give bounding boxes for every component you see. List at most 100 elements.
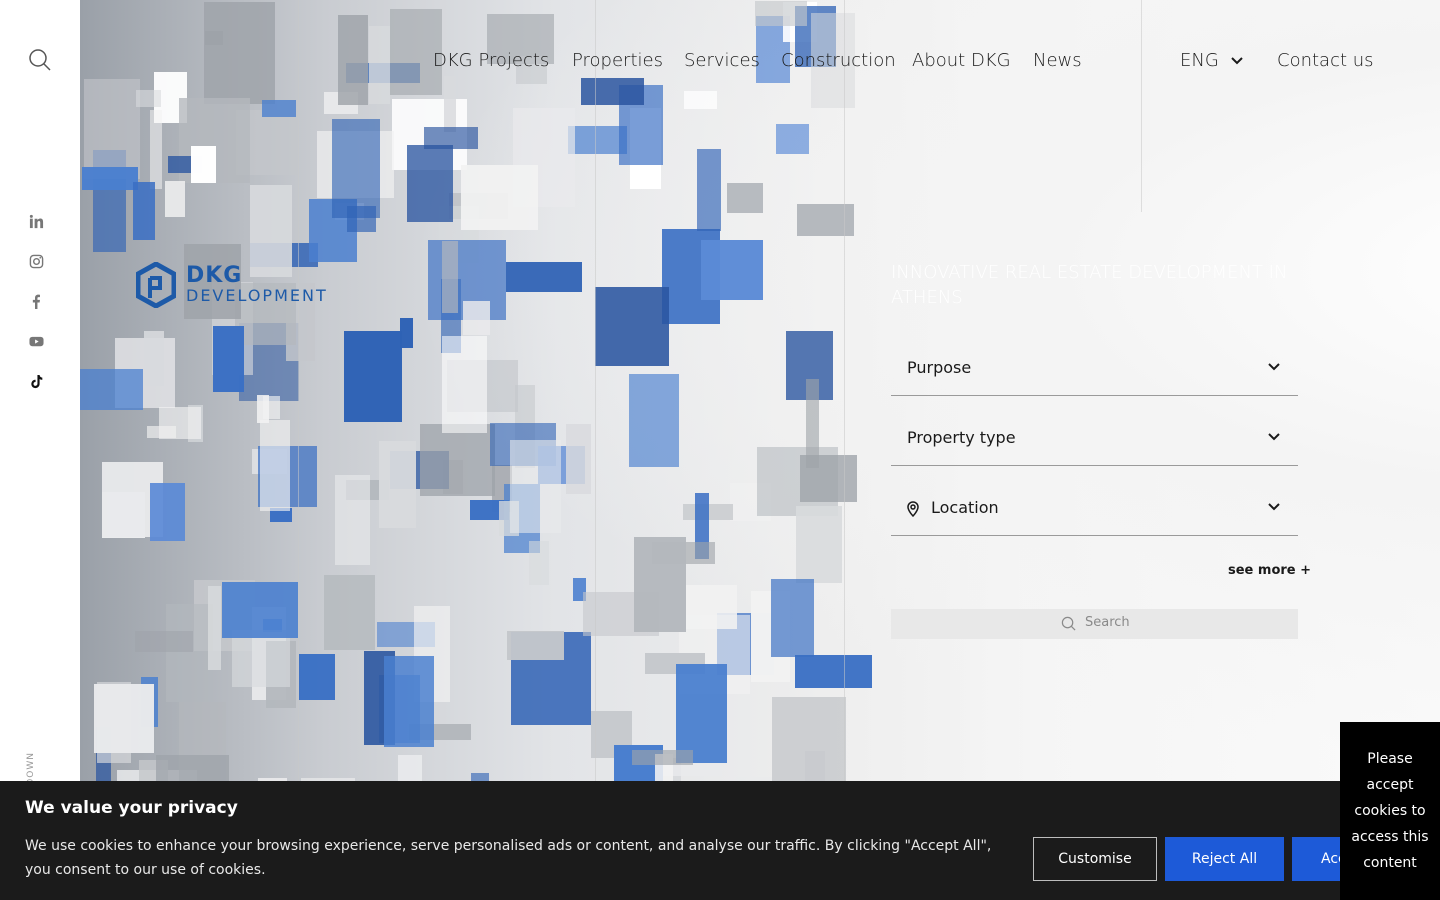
- hero-cube: [628, 374, 680, 468]
- hero-cube: [212, 326, 244, 392]
- hero-cube: [595, 287, 669, 367]
- hero-cube: [633, 536, 686, 632]
- search-button[interactable]: Search: [891, 609, 1298, 639]
- hero-cube: [441, 240, 459, 313]
- hero-cube: [565, 424, 591, 495]
- reject-all-button[interactable]: Reject All: [1165, 837, 1284, 881]
- linkedin-icon[interactable]: [26, 211, 46, 231]
- hero-cube: [507, 631, 564, 661]
- hero-cube: [510, 440, 561, 533]
- nav-news[interactable]: News: [1033, 50, 1082, 71]
- hero-cube: [397, 754, 422, 784]
- guide-line: [298, 0, 299, 900]
- youtube-icon[interactable]: [26, 331, 46, 351]
- hero-cube: [754, 0, 808, 27]
- hero-cube: [190, 146, 216, 184]
- logo-text-dkg: DKG: [186, 263, 243, 288]
- location-pin-icon: [907, 501, 919, 517]
- see-more-link[interactable]: see more +: [1228, 563, 1311, 578]
- cookie-text: We use cookies to enhance your browsing …: [25, 838, 992, 878]
- hero-cube: [701, 239, 763, 300]
- hero-cube: [770, 578, 814, 657]
- hero-cube: [149, 109, 163, 189]
- hero-cube: [368, 26, 390, 104]
- left-rail: DOWN: [0, 0, 80, 900]
- nav-dkg-projects[interactable]: DKG Projects: [433, 50, 549, 71]
- nav-properties[interactable]: Properties: [572, 50, 663, 71]
- hero-cube: [331, 118, 381, 219]
- notice-text: Please accept cookies to access this con…: [1351, 751, 1429, 871]
- hero-cube: [261, 100, 297, 118]
- chevron-down-icon: [1231, 56, 1243, 64]
- hero-cube: [726, 183, 764, 213]
- hero-cube: [203, 2, 275, 104]
- property-type-select[interactable]: Property type: [891, 415, 1298, 466]
- hero-cube: [221, 582, 299, 638]
- hero-cube: [420, 423, 495, 497]
- hero-cube: [796, 506, 842, 584]
- hero-cube: [384, 655, 435, 748]
- hero-cube: [771, 697, 847, 782]
- hero-cube: [424, 127, 479, 149]
- chevron-down-icon: [1268, 433, 1280, 441]
- hero-cube: [83, 78, 141, 179]
- dkg-logo-mark: [136, 262, 176, 308]
- chevron-down-icon: [1268, 503, 1280, 511]
- hero-cube: [334, 475, 371, 566]
- hero-cube: [776, 123, 810, 155]
- hero-cube: [580, 78, 645, 105]
- hero-cube: [165, 180, 186, 217]
- purpose-select[interactable]: Purpose: [891, 345, 1298, 396]
- hero-tagline: INNOVATIVE REAL ESTATE DEVELOPMENT IN AT…: [891, 262, 1288, 308]
- hero-cube: [256, 395, 270, 423]
- dkg-logo[interactable]: DKG DEVELOPMENT: [136, 262, 328, 308]
- hero-cube: [684, 90, 718, 109]
- hero-cube: [259, 420, 291, 512]
- hero-cube: [675, 663, 728, 763]
- hero-cube: [134, 630, 194, 653]
- hero-cube: [343, 331, 402, 422]
- facebook-icon[interactable]: [26, 291, 46, 311]
- hero-cube: [400, 318, 413, 348]
- hero-cube: [143, 330, 164, 386]
- hero-cube: [207, 586, 221, 670]
- hero-cube: [132, 181, 156, 240]
- hero-cube: [136, 89, 162, 107]
- nav-construction[interactable]: Construction: [781, 50, 896, 71]
- hero-cube: [463, 300, 490, 336]
- hero-cube: [806, 378, 820, 468]
- hero-cube: [378, 441, 417, 528]
- hero-cube: [94, 684, 155, 753]
- logo-text-development: DEVELOPMENT: [186, 286, 328, 305]
- cookie-required-notice: Please accept cookies to access this con…: [1340, 722, 1440, 900]
- hero-cube: [697, 148, 722, 231]
- purpose-label: Purpose: [907, 358, 972, 377]
- hero-cube: [232, 629, 291, 687]
- tiktok-icon[interactable]: [26, 371, 46, 391]
- contact-us-link[interactable]: Contact us: [1277, 50, 1374, 71]
- hero-cube: [80, 369, 143, 411]
- language-label: ENG: [1180, 50, 1219, 71]
- hero-cube: [505, 262, 582, 292]
- hero-cube: [323, 574, 375, 650]
- language-selector[interactable]: ENG: [1180, 50, 1243, 71]
- customise-button[interactable]: Customise: [1033, 837, 1157, 881]
- search-icon[interactable]: [28, 48, 52, 72]
- search-icon: [1061, 616, 1076, 631]
- nav-services[interactable]: Services: [684, 50, 760, 71]
- chevron-down-icon: [1268, 363, 1280, 371]
- instagram-icon[interactable]: [26, 251, 46, 271]
- guide-line: [595, 0, 596, 900]
- guide-line: [1141, 0, 1142, 212]
- guide-line: [844, 0, 845, 900]
- hero-cube: [794, 654, 872, 688]
- hero-cube: [150, 483, 186, 542]
- nav-about-dkg[interactable]: About DKG: [912, 50, 1011, 71]
- hero-cube: [298, 653, 335, 701]
- hero-cube: [796, 204, 855, 237]
- hero-cube: [441, 336, 487, 434]
- hero-cube: [166, 603, 213, 702]
- location-select[interactable]: Location: [891, 485, 1298, 536]
- cookie-banner: We value your privacy We use cookies to …: [0, 781, 1440, 900]
- hero-cube: [632, 750, 693, 765]
